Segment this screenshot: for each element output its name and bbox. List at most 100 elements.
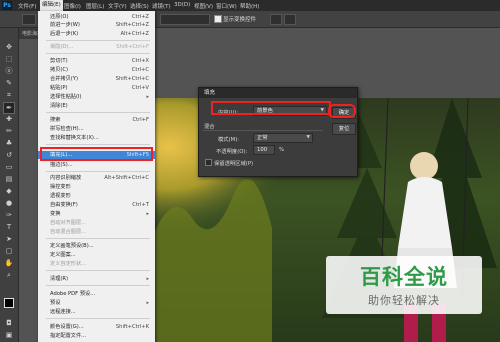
menu-item-define-custom-shape[interactable]: 定义自定形状...	[38, 260, 155, 268]
menu-item-clear[interactable]: 清除(E)	[38, 102, 155, 110]
menu-item-spell-check[interactable]: 拼写检查(H)...	[38, 125, 155, 133]
dialog-title: 填充	[204, 90, 216, 96]
history-brush-icon[interactable]: ↺	[4, 150, 14, 160]
menu-item-assign-profile[interactable]: 指定配置文件...	[38, 332, 155, 340]
auto-select-dropdown[interactable]	[160, 14, 210, 25]
eyedropper-icon[interactable]: ✒	[3, 102, 15, 114]
gradient-icon[interactable]: ▤	[4, 174, 14, 184]
preserve-transparency-label: 保留透明区域(P)	[214, 161, 254, 167]
zoom-icon[interactable]: ⌕	[4, 270, 14, 280]
dialog-title-bar[interactable]: 填充	[199, 88, 357, 98]
highlight-annotation-box	[40, 147, 153, 161]
menu-file[interactable]: 文件(F)	[18, 2, 36, 10]
menu-item-paste[interactable]: 粘贴(P) Ctrl+V	[38, 84, 155, 92]
menu-layer[interactable]: 图层(L)	[86, 2, 104, 10]
reset-button[interactable]: 复位	[332, 123, 356, 135]
divider	[203, 130, 323, 131]
menu-select[interactable]: 选择(S)	[130, 2, 149, 10]
menu-type[interactable]: 文字(Y)	[108, 2, 127, 10]
menu-item-auto-align-layers[interactable]: 自动对齐图层...	[38, 219, 155, 227]
menu-separator	[46, 112, 150, 113]
mode-value: 正常	[257, 135, 268, 141]
menu-item-auto-blend-layers[interactable]: 自动混合图层...	[38, 228, 155, 236]
menu-separator	[46, 318, 150, 319]
blending-label: 混合	[204, 124, 215, 130]
menu-item-define-pattern[interactable]: 定义图案...	[38, 251, 155, 259]
menu-item-define-brush[interactable]: 定义画笔预设(B)...	[38, 242, 155, 250]
menu-item-presets[interactable]: 预设 ▸	[38, 299, 155, 307]
menu-item-adobe-pdf-presets[interactable]: Adobe PDF 预设...	[38, 290, 155, 298]
submenu-arrow-icon: ▸	[146, 300, 149, 306]
menu-item-purge[interactable]: 清理(R) ▸	[38, 275, 155, 283]
brush-icon[interactable]: ✏	[4, 126, 14, 136]
screen-mode-icon[interactable]: ▣	[4, 330, 14, 340]
menu-3d[interactable]: 3D(D)	[174, 2, 190, 8]
menu-separator	[46, 53, 150, 54]
menu-image[interactable]: 图像(I)	[64, 2, 81, 10]
menu-item-perspective-warp[interactable]: 透视变形	[38, 192, 155, 200]
menu-item-cut[interactable]: 剪切(T) Ctrl+X	[38, 57, 155, 65]
eraser-icon[interactable]: ▭	[4, 162, 14, 172]
opacity-label: 不透明度(O):	[216, 149, 248, 155]
menu-item-transform[interactable]: 变换 ▸	[38, 210, 155, 218]
show-transform-checkbox[interactable]	[214, 15, 222, 23]
menu-item-step-backward[interactable]: 后退一步(K) Alt+Ctrl+Z	[38, 30, 155, 38]
menu-item-search[interactable]: 搜索 Ctrl+F	[38, 116, 155, 124]
type-icon[interactable]: T	[4, 222, 14, 232]
watermark-subtitle: 助你轻松解决	[368, 294, 440, 307]
dodge-icon[interactable]: ●	[4, 198, 14, 208]
quick-select-icon[interactable]: ✎	[4, 78, 14, 88]
opacity-input[interactable]: 100	[253, 145, 275, 155]
menu-item-stroke[interactable]: 描边(S)...	[38, 161, 155, 169]
menu-item-find-replace[interactable]: 查找和替换文本(X)...	[38, 134, 155, 142]
highlight-annotation-box	[211, 101, 331, 115]
lasso-icon[interactable]: ⓞ	[4, 66, 14, 76]
opacity-unit: %	[279, 147, 285, 153]
menu-item-paste-special[interactable]: 选择性粘贴(I) ▸	[38, 93, 155, 101]
menu-separator	[46, 171, 150, 172]
toolbar: ✥ ⬚ ⓞ ✎ ⌗ ✒ ✚ ✏ ♣ ↺ ▭ ▤ ◆ ● ✑ T ➤ ▢ ✋ ⌕ …	[0, 28, 19, 342]
edit-menu-dropdown: 还原(O) Ctrl+Z 前进一步(W) Shift+Ctrl+Z 后退一步(K) A…	[38, 11, 155, 342]
crop-icon[interactable]: ⌗	[4, 90, 14, 100]
distribute-button[interactable]	[284, 14, 296, 25]
menu-edit[interactable]: 编辑(E)	[40, 0, 63, 11]
menu-window[interactable]: 窗口(W)	[216, 2, 237, 10]
healing-icon[interactable]: ✚	[4, 114, 14, 124]
opacity-value: 100	[257, 147, 268, 153]
photoshop-logo: Ps	[2, 1, 12, 10]
blur-icon[interactable]: ◆	[4, 186, 14, 196]
menu-item-copy[interactable]: 拷贝(C) Ctrl+C	[38, 66, 155, 74]
align-button[interactable]	[270, 14, 282, 25]
menu-separator	[46, 40, 150, 41]
submenu-arrow-icon: ▸	[146, 276, 149, 282]
menu-help[interactable]: 帮助(H)	[240, 2, 259, 10]
marquee-icon[interactable]: ⬚	[4, 54, 14, 64]
move-icon[interactable]: ✥	[4, 42, 14, 52]
menu-item-puppet-warp[interactable]: 操控变形	[38, 183, 155, 191]
menu-item-free-transform[interactable]: 自由变换(F) Ctrl+T	[38, 201, 155, 209]
quick-mask-icon[interactable]: ◘	[4, 318, 14, 328]
menu-view[interactable]: 视图(V)	[194, 2, 213, 10]
menu-separator	[46, 285, 150, 286]
pen-icon[interactable]: ✑	[4, 210, 14, 220]
highlight-annotation-box	[328, 104, 356, 118]
menu-item-content-aware-scale[interactable]: 内容识别缩放 Alt+Shift+Ctrl+C	[38, 174, 155, 182]
preserve-transparency-checkbox[interactable]	[205, 159, 212, 166]
path-select-icon[interactable]: ➤	[4, 234, 14, 244]
menu-item-step-forward[interactable]: 前进一步(W) Shift+Ctrl+Z	[38, 21, 155, 29]
menu-item-copy-merged[interactable]: 合并拷贝(Y) Shift+Ctrl+C	[38, 75, 155, 83]
menu-item-remote-connections[interactable]: 远程连接...	[38, 308, 155, 316]
foreground-color-swatch[interactable]	[4, 298, 14, 308]
stamp-icon[interactable]: ♣	[4, 138, 14, 148]
menu-item-undo[interactable]: 还原(O) Ctrl+Z	[38, 13, 155, 21]
tool-preset-picker[interactable]	[22, 14, 36, 25]
mode-dropdown[interactable]: 正常 ▼	[253, 133, 313, 143]
hand-icon[interactable]: ✋	[4, 258, 14, 268]
menu-item-fade[interactable]: 渐隐(D)... Shift+Ctrl+F	[38, 43, 155, 51]
show-transform-label: 显示变换控件	[223, 17, 257, 23]
menu-separator	[46, 270, 150, 271]
shape-icon[interactable]: ▢	[4, 246, 14, 256]
menu-item-color-settings[interactable]: 颜色设置(G)... Shift+Ctrl+K	[38, 323, 155, 331]
menu-separator	[46, 144, 150, 145]
menu-filter[interactable]: 滤镜(T)	[152, 2, 171, 10]
